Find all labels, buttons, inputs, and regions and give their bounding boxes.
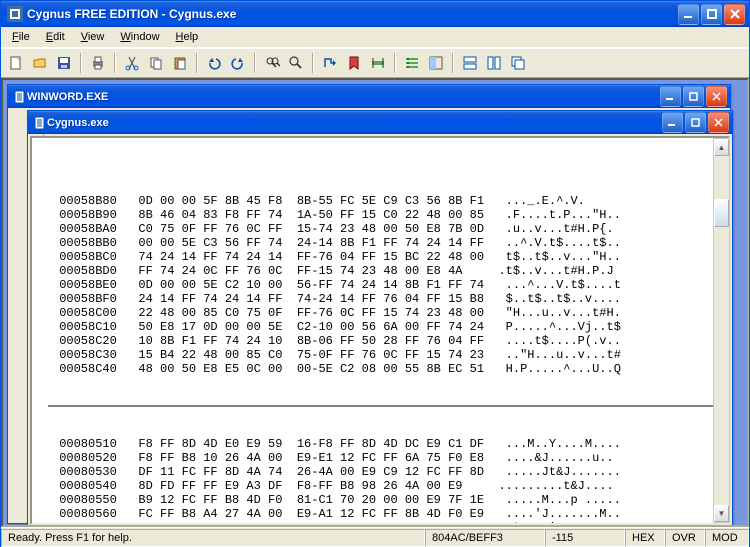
- hex-row[interactable]: 00080520 F8 FF B8 10 26 4A 00 E9-E1 12 F…: [48, 451, 728, 465]
- scroll-down-button[interactable]: ▼: [714, 505, 729, 522]
- status-address: 804AC/BEFF3: [425, 529, 545, 547]
- child-maximize-button[interactable]: [683, 86, 704, 107]
- main-titlebar[interactable]: Cygnus FREE EDITION - Cygnus.exe: [1, 1, 749, 27]
- new-button[interactable]: [5, 52, 27, 74]
- vertical-scrollbar[interactable]: ▲ ▼: [713, 138, 730, 523]
- hex-row[interactable]: 00058BC0 74 24 14 FF 74 24 14 FF-76 04 F…: [48, 250, 728, 264]
- toolbar-separator: [452, 53, 454, 73]
- child-minimize-button[interactable]: [662, 112, 683, 133]
- child-maximize-button[interactable]: [685, 112, 706, 133]
- menu-window[interactable]: Window: [113, 29, 166, 45]
- find-next-button[interactable]: [285, 52, 307, 74]
- toolbar-separator: [114, 53, 116, 73]
- undo-button[interactable]: [203, 52, 225, 74]
- hex-row[interactable]: 00058BE0 0D 00 00 5E C2 10 00 56-FF 74 2…: [48, 278, 728, 292]
- hex-row[interactable]: 00058C40 48 00 50 E8 E5 0C 00 00-5E C2 0…: [48, 362, 728, 376]
- toolbar-separator: [394, 53, 396, 73]
- cut-button[interactable]: [121, 52, 143, 74]
- scroll-up-button[interactable]: ▲: [714, 139, 729, 156]
- document-icon: [33, 116, 47, 130]
- hex-row[interactable]: 00080550 B9 12 FC FF B8 4D F0 81-C1 70 2…: [48, 493, 728, 507]
- toolbar-separator: [80, 53, 82, 73]
- child-window-cygnus: Cygnus.exe 00058B80 0D 00 00 5F 8B 45 F8…: [27, 110, 733, 527]
- main-window: Cygnus FREE EDITION - Cygnus.exe File Ed…: [0, 0, 750, 547]
- hex-row[interactable]: 00080530 DF 11 FC FF 8D 4A 74 26-4A 00 E…: [48, 465, 728, 479]
- child-close-button[interactable]: [708, 112, 729, 133]
- menu-file[interactable]: File: [5, 29, 37, 45]
- hex-row[interactable]: 00058C20 10 8B F1 FF 74 24 10 8B-06 FF 5…: [48, 334, 728, 348]
- toolbar-separator: [254, 53, 256, 73]
- statusbar: Ready. Press F1 for help. 804AC/BEFF3 -1…: [1, 527, 749, 547]
- goto-button[interactable]: [319, 52, 341, 74]
- find-button[interactable]: [261, 52, 283, 74]
- bookmark-button[interactable]: [343, 52, 365, 74]
- status-value: -115: [545, 529, 625, 547]
- hex-row[interactable]: 00080560 FC FF B8 A4 27 4A 00 E9-A1 12 F…: [48, 507, 728, 521]
- hex-row[interactable]: 00080510 F8 FF 8D 4D E0 E9 59 16-F8 FF 8…: [48, 437, 728, 451]
- app-icon: [7, 6, 23, 22]
- redo-button[interactable]: [227, 52, 249, 74]
- hex-row[interactable]: 00058B80 0D 00 00 5F 8B 45 F8 8B-55 FC 5…: [48, 194, 728, 208]
- child-title: WINWORD.EXE: [27, 91, 660, 103]
- maximize-button[interactable]: [701, 4, 722, 25]
- save-button[interactable]: [53, 52, 75, 74]
- child-minimize-button[interactable]: [660, 86, 681, 107]
- copy-button[interactable]: [145, 52, 167, 74]
- hex-row[interactable]: 00058C00 22 48 00 85 C0 75 0F FF-76 0C F…: [48, 306, 728, 320]
- child-close-button[interactable]: [706, 86, 727, 107]
- toolbar-separator: [196, 53, 198, 73]
- status-ovr: OVR: [665, 529, 705, 547]
- menu-view[interactable]: View: [74, 29, 112, 45]
- child-title: Cygnus.exe: [47, 117, 662, 129]
- menu-edit[interactable]: Edit: [39, 29, 72, 45]
- minimize-button[interactable]: [678, 4, 699, 25]
- tile-h-button[interactable]: [459, 52, 481, 74]
- open-button[interactable]: [29, 52, 51, 74]
- hex-row[interactable]: 00058C30 15 B4 22 48 00 85 C0 75-0F FF 7…: [48, 348, 728, 362]
- status-hex: HEX: [625, 529, 665, 547]
- toolbar: [1, 48, 749, 78]
- scroll-thumb[interactable]: [714, 199, 729, 227]
- mdi-client-area: WINWORD.EXE Cygnus.exe: [1, 78, 749, 527]
- hex-row[interactable]: 00058B90 8B 46 04 83 F8 FF 74 1A-50 FF 1…: [48, 208, 728, 222]
- hex-row[interactable]: 00058C10 50 E8 17 0D 00 00 5E C2-10 00 5…: [48, 320, 728, 334]
- close-button[interactable]: [724, 4, 745, 25]
- hex-row[interactable]: 00058BB0 00 00 5E C3 56 FF 74 24-14 8B F…: [48, 236, 728, 250]
- child-titlebar-winword[interactable]: WINWORD.EXE: [8, 85, 730, 108]
- jump-button[interactable]: [367, 52, 389, 74]
- hex-row[interactable]: 00058BF0 24 14 FF 74 24 14 FF 74-24 14 F…: [48, 292, 728, 306]
- toolbar-separator: [312, 53, 314, 73]
- cascade-button[interactable]: [507, 52, 529, 74]
- options-button[interactable]: [401, 52, 423, 74]
- menu-help[interactable]: Help: [169, 29, 206, 45]
- status-message: Ready. Press F1 for help.: [1, 529, 425, 547]
- status-mod: MOD: [705, 529, 749, 547]
- paste-button[interactable]: [169, 52, 191, 74]
- hex-row[interactable]: 00058BA0 C0 75 0F FF 76 0C FF 15-74 23 4…: [48, 222, 728, 236]
- hex-row[interactable]: 00058BD0 FF 74 24 0C FF 76 0C FF-15 74 2…: [48, 264, 728, 278]
- tile-v-button[interactable]: [483, 52, 505, 74]
- toggle-button[interactable]: [425, 52, 447, 74]
- hex-row[interactable]: 00080540 8D FD FF FF E9 A3 DF F8-FF B8 9…: [48, 479, 728, 493]
- print-button[interactable]: [87, 52, 109, 74]
- hex-editor[interactable]: 00058B80 0D 00 00 5F 8B 45 F8 8B-55 FC 5…: [30, 136, 730, 525]
- menubar: File Edit View Window Help: [1, 27, 749, 48]
- document-icon: [13, 90, 27, 104]
- window-title: Cygnus FREE EDITION - Cygnus.exe: [27, 7, 678, 21]
- pane-divider[interactable]: [48, 405, 728, 408]
- hex-row[interactable]: 00080570 B4 60 FD FF B8 C8 27 4A-00 E9 8…: [48, 521, 728, 525]
- child-titlebar-cygnus[interactable]: Cygnus.exe: [28, 111, 732, 134]
